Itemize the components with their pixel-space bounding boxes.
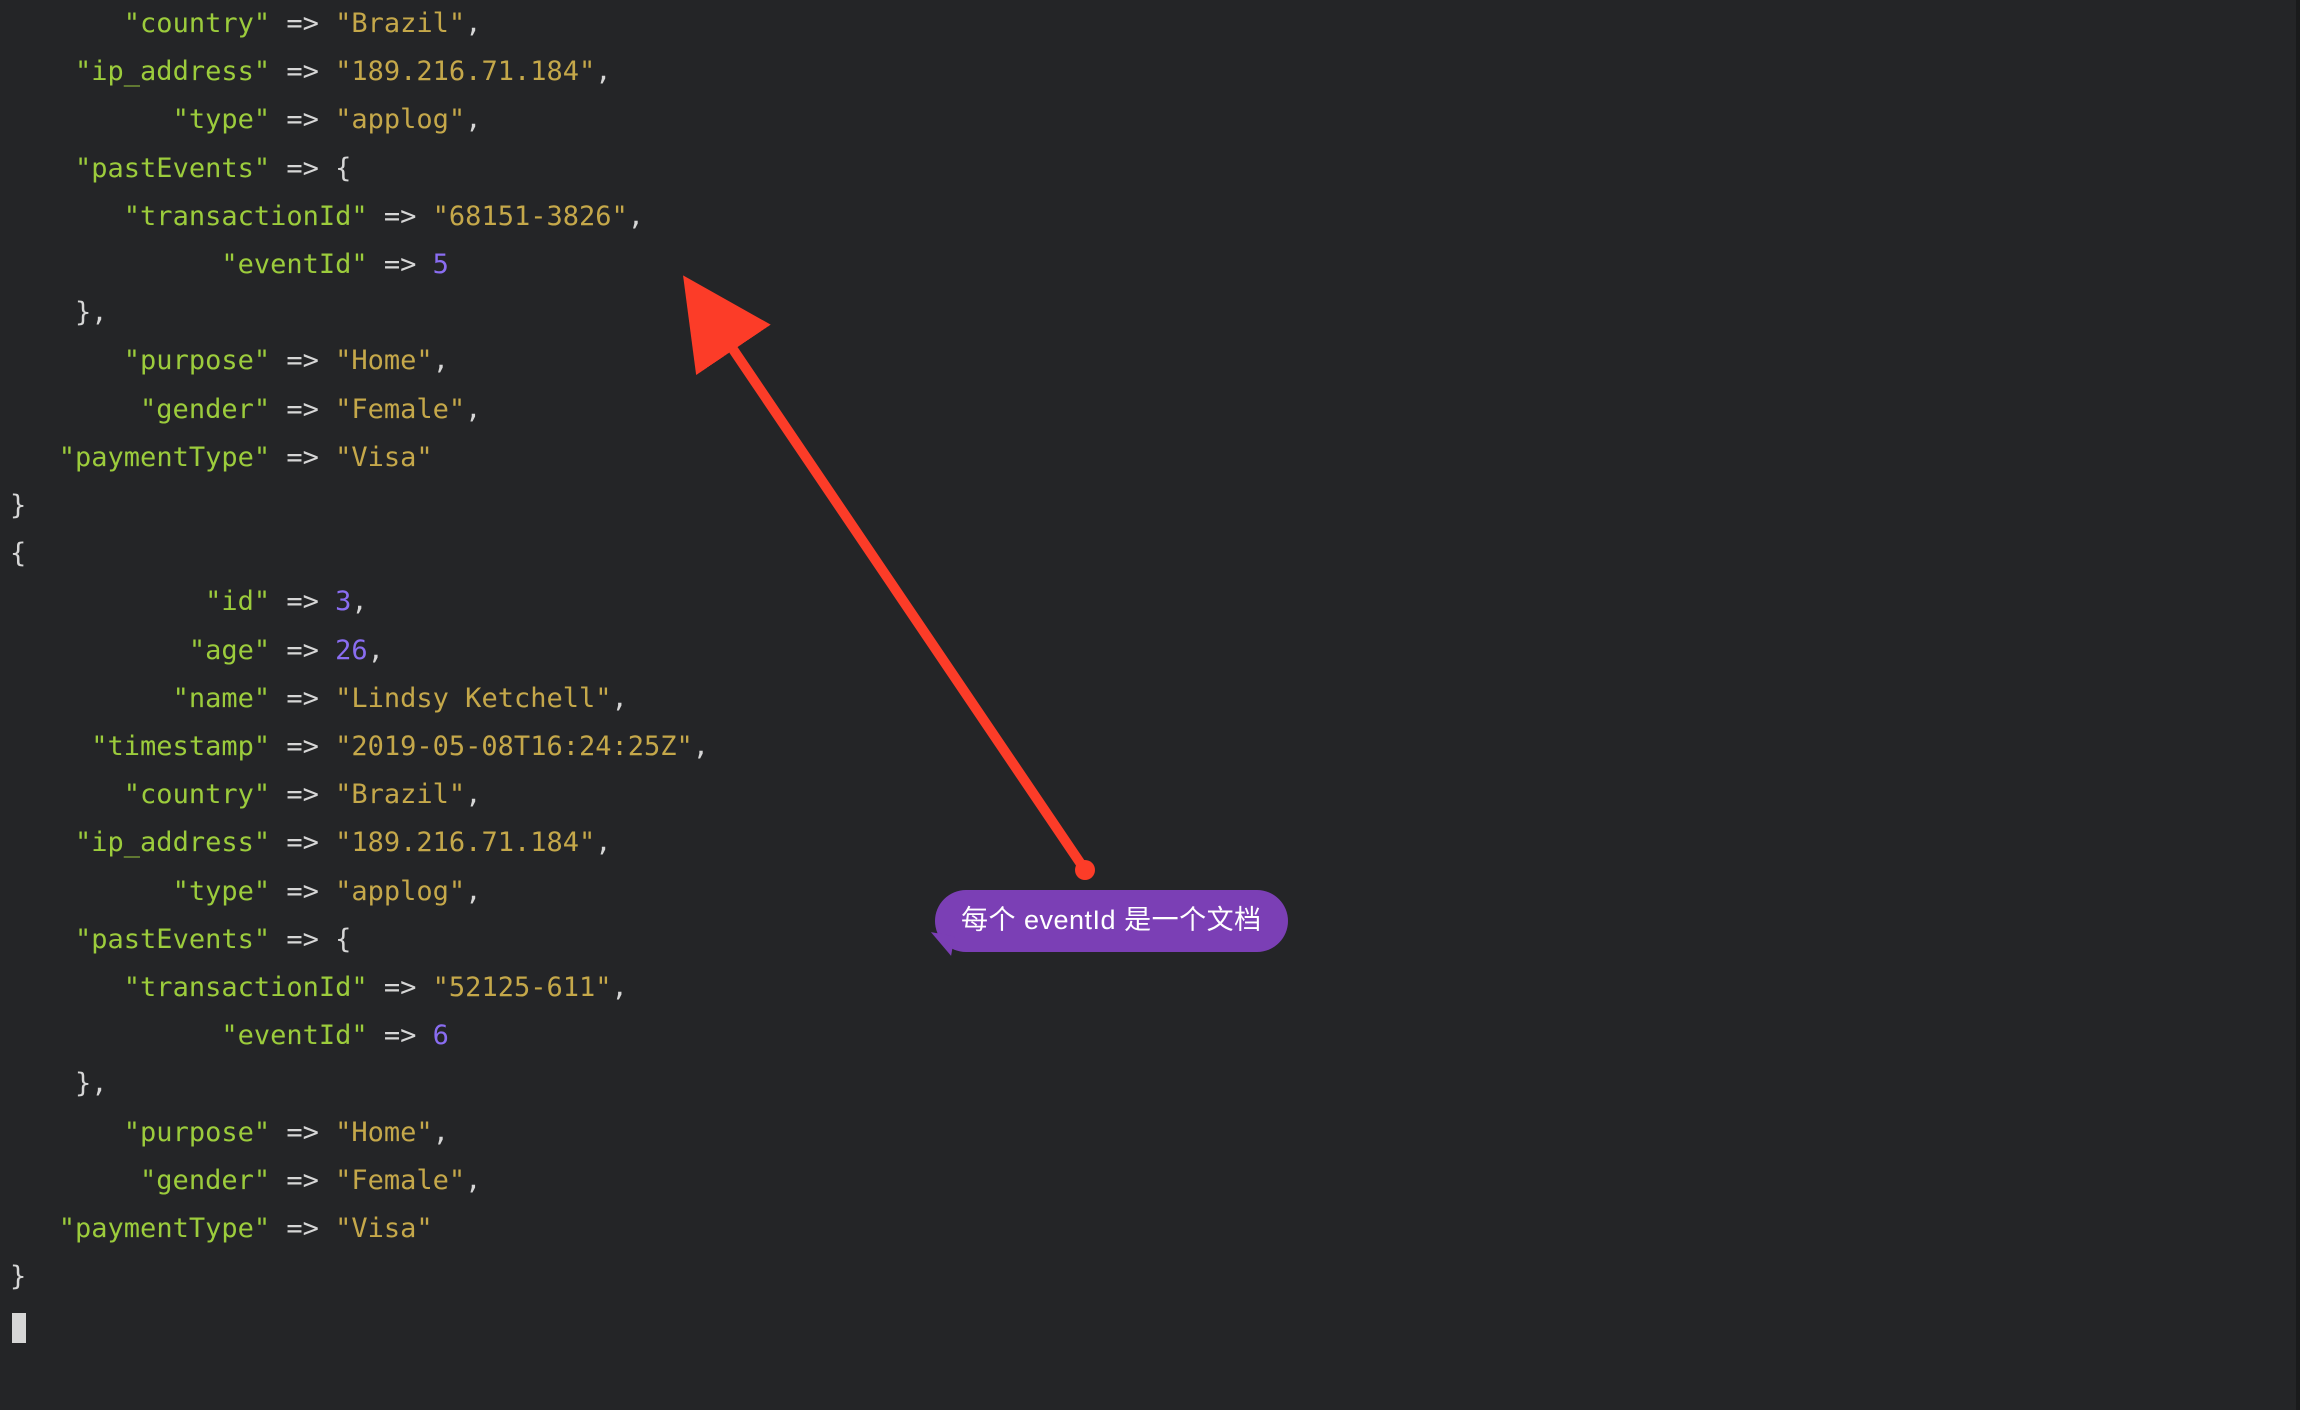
window-right-edge <box>2296 0 2300 1410</box>
code-block[interactable]: "country" => "Brazil", "ip_address" => "… <box>0 0 2300 1350</box>
callout-bubble: 每个 eventId 是一个文档 <box>935 890 1288 952</box>
callout-tail <box>927 932 954 956</box>
annotation-callout: 每个 eventId 是一个文档 <box>935 890 1288 952</box>
callout-text: 每个 eventId 是一个文档 <box>961 905 1262 935</box>
text-cursor <box>12 1313 26 1343</box>
